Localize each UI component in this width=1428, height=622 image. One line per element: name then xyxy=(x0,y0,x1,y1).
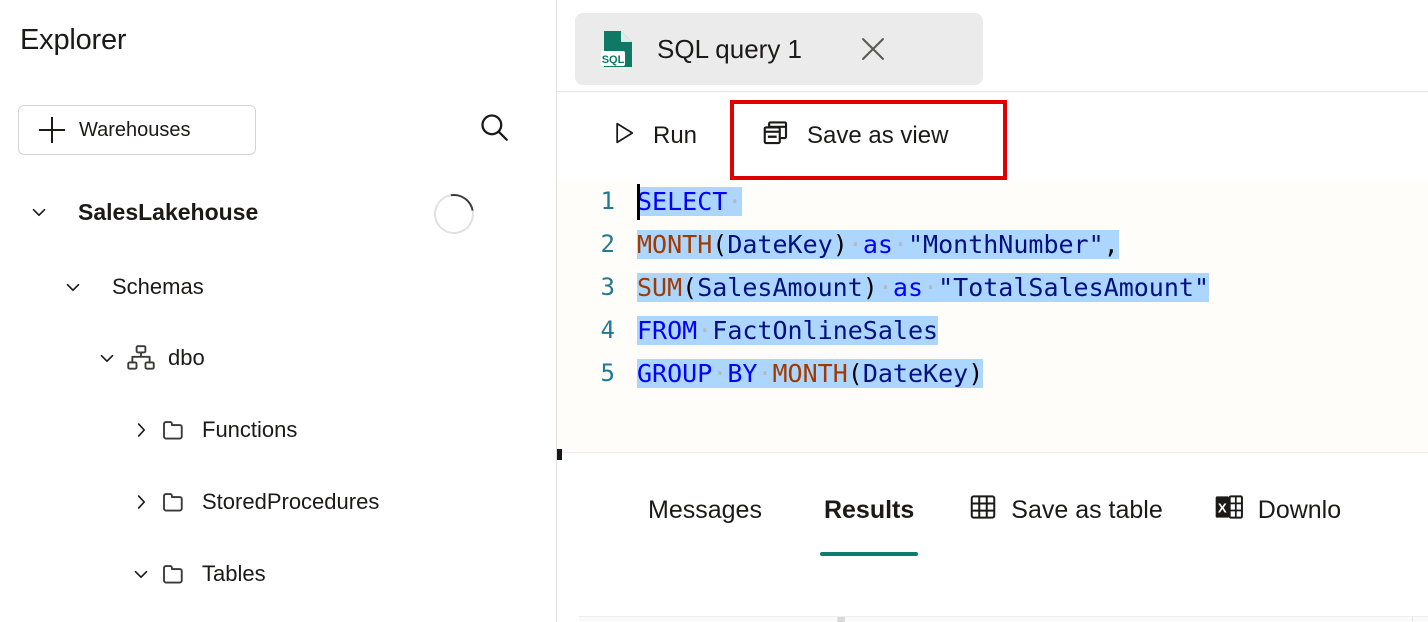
query-editor-main: SQL SQL query 1 Run Save as view 1 SELEC… xyxy=(557,0,1428,622)
svg-text:SQL: SQL xyxy=(602,54,625,66)
save-as-table-button[interactable]: Save as table xyxy=(968,480,1163,540)
sidebar-item-dbo[interactable]: dbo xyxy=(0,336,557,380)
line-number: 2 xyxy=(600,230,615,258)
chevron-right-icon[interactable] xyxy=(124,413,158,447)
table-grid-icon xyxy=(968,492,998,529)
schema-icon xyxy=(124,341,158,375)
search-icon xyxy=(477,110,511,149)
results-pane: Messages Results Save as table X Downlo xyxy=(557,460,1428,622)
close-icon[interactable] xyxy=(846,22,900,76)
explorer-sidebar: Explorer Warehouses SalesLakehouse Schem… xyxy=(0,0,557,622)
chevron-right-icon[interactable] xyxy=(124,485,158,519)
tab-sql-query-1[interactable]: SQL SQL query 1 xyxy=(575,13,983,85)
page-title: Explorer xyxy=(20,24,127,56)
folder-icon xyxy=(158,557,192,591)
sidebar-item-label: Schemas xyxy=(112,274,204,299)
run-label: Run xyxy=(653,122,698,149)
chevron-down-icon[interactable] xyxy=(90,341,124,375)
chevron-down-icon[interactable] xyxy=(22,195,56,229)
results-grid-header xyxy=(579,616,1428,622)
add-warehouses-label: Warehouses xyxy=(79,118,191,141)
chevron-down-icon[interactable] xyxy=(124,557,158,591)
sidebar-item-label: Tables xyxy=(202,561,266,586)
sidebar-item-label: Functions xyxy=(202,417,298,442)
sql-query-editor-app: Explorer Warehouses SalesLakehouse Schem… xyxy=(0,0,1428,622)
line-number: 4 xyxy=(600,316,615,344)
line-number: 5 xyxy=(600,359,615,387)
svg-text:X: X xyxy=(1218,500,1227,515)
sidebar-item-tables[interactable]: Tables xyxy=(0,552,557,596)
editor-toolbar: Run Save as view xyxy=(557,92,1428,180)
tab-messages-label: Messages xyxy=(648,495,762,524)
sidebar-item-label: StoredProcedures xyxy=(202,489,380,514)
folder-icon xyxy=(158,485,192,519)
plus-icon xyxy=(39,117,65,143)
download-label: Downlo xyxy=(1257,495,1342,524)
code-line[interactable]: 3 SUM(SalesAmount)·as·"TotalSalesAmount" xyxy=(557,266,1428,309)
text-caret xyxy=(637,184,640,220)
code-text: SELECT· xyxy=(637,187,743,216)
line-number: 1 xyxy=(600,187,615,215)
grid-header-cell xyxy=(579,617,838,622)
save-as-view-label: Save as view xyxy=(807,122,949,149)
line-number: 3 xyxy=(600,273,615,301)
sidebar-item-label: dbo xyxy=(168,345,205,370)
sql-code-editor[interactable]: 1 SELECT· 2 MONTH(DateKey)·as·"MonthNumb… xyxy=(557,180,1428,452)
pane-splitter[interactable] xyxy=(557,449,1428,465)
sidebar-item-schemas[interactable]: Schemas xyxy=(0,265,557,309)
code-line[interactable]: 2 MONTH(DateKey)·as·"MonthNumber", xyxy=(557,223,1428,266)
tab-results[interactable]: Results xyxy=(818,472,920,556)
code-text: SUM(SalesAmount)·as·"TotalSalesAmount" xyxy=(637,273,1210,302)
tab-messages[interactable]: Messages xyxy=(642,472,768,548)
code-line[interactable]: 5 GROUP·BY·MONTH(DateKey) xyxy=(557,352,1428,395)
tab-strip: SQL SQL query 1 xyxy=(557,0,1428,92)
excel-icon: X xyxy=(1213,491,1245,530)
code-text: GROUP·BY·MONTH(DateKey) xyxy=(637,359,984,388)
code-line[interactable]: 1 SELECT· xyxy=(557,180,1428,223)
sidebar-item-label: SalesLakehouse xyxy=(78,198,259,225)
play-icon xyxy=(609,119,637,154)
save-as-view-button[interactable]: Save as view xyxy=(749,107,960,165)
code-text: FROM·FactOnlineSales xyxy=(637,316,939,345)
run-button[interactable]: Run xyxy=(597,107,709,165)
save-as-table-label: Save as table xyxy=(1011,495,1163,524)
download-button[interactable]: X Downlo xyxy=(1213,480,1341,540)
grid-header-cell xyxy=(845,617,1413,622)
column-resize-handle[interactable] xyxy=(838,617,845,622)
view-stack-icon xyxy=(761,118,791,155)
tab-title: SQL query 1 xyxy=(657,33,803,64)
code-line[interactable]: 4 FROM·FactOnlineSales xyxy=(557,309,1428,352)
tab-results-label: Results xyxy=(823,495,915,524)
results-toolbar: Messages Results Save as table X Downlo xyxy=(557,460,1428,560)
add-warehouses-button[interactable]: Warehouses xyxy=(18,105,256,155)
chevron-down-icon[interactable] xyxy=(56,270,90,304)
sidebar-item-storedprocedures[interactable]: StoredProcedures xyxy=(0,480,557,524)
sidebar-item-functions[interactable]: Functions xyxy=(0,408,557,452)
folder-icon xyxy=(158,413,192,447)
code-text: MONTH(DateKey)·as·"MonthNumber", xyxy=(637,230,1119,259)
sql-file-icon: SQL xyxy=(601,29,635,69)
search-button[interactable] xyxy=(470,105,518,153)
